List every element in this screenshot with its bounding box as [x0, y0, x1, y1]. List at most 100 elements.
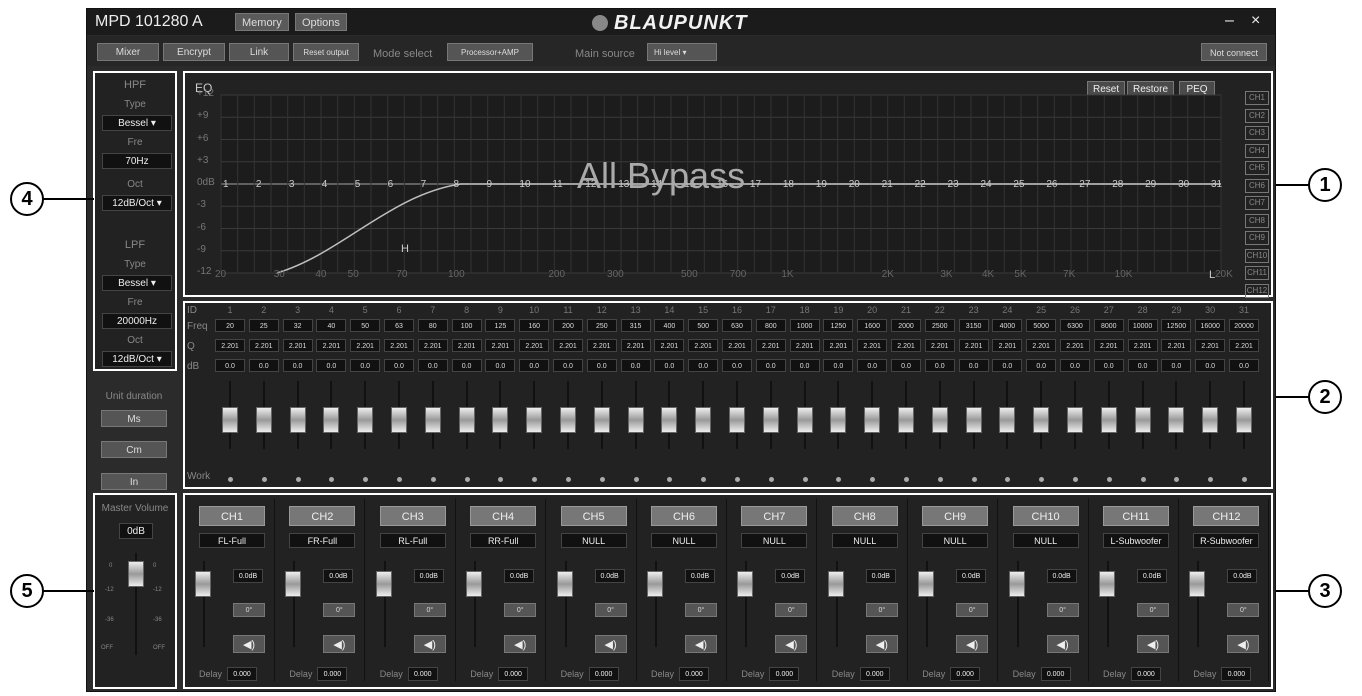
phase-button[interactable]: 0°: [956, 603, 989, 617]
channel-select-button[interactable]: CH3: [379, 506, 446, 526]
band-gain-knob[interactable]: [898, 407, 914, 433]
channel-routing-dropdown[interactable]: FL-Full: [199, 533, 265, 548]
eq-band-point[interactable]: 31: [1211, 179, 1222, 190]
channel-volume-knob[interactable]: [375, 571, 392, 597]
channel-select-button[interactable]: CH11: [1103, 506, 1169, 526]
band-gain-field[interactable]: 0.0: [924, 359, 955, 372]
channel-select-button[interactable]: CH5: [560, 506, 627, 526]
phase-button[interactable]: 0°: [594, 603, 627, 617]
channel-select-button[interactable]: CH10: [1012, 506, 1079, 526]
band-gain-field[interactable]: 0.0: [992, 359, 1023, 372]
mute-button[interactable]: ◀): [1227, 635, 1260, 653]
band-q-field[interactable]: 2.201: [1195, 339, 1226, 352]
eq-band-point[interactable]: 5: [355, 179, 361, 190]
eq-band-point[interactable]: 23: [948, 179, 959, 190]
band-freq-field[interactable]: 800: [755, 319, 786, 332]
channel-volume-knob[interactable]: [737, 571, 754, 597]
band-q-field[interactable]: 2.201: [485, 339, 516, 352]
band-q-field[interactable]: 2.201: [451, 339, 482, 352]
band-freq-field[interactable]: 63: [384, 319, 414, 332]
delay-field[interactable]: 0.000: [588, 667, 619, 681]
eq-band-point[interactable]: 30: [1178, 179, 1189, 190]
channel-gain-field[interactable]: 0.0dB: [413, 569, 444, 583]
band-work-indicator[interactable]: [937, 477, 943, 482]
channel-gain-field[interactable]: 0.0dB: [1137, 569, 1167, 583]
mute-button[interactable]: ◀): [1046, 635, 1079, 653]
band-work-indicator[interactable]: [329, 477, 335, 482]
channel-select-button[interactable]: CH8: [831, 506, 898, 526]
band-work-indicator[interactable]: [667, 477, 673, 482]
band-work-indicator[interactable]: [870, 477, 876, 482]
band-work-indicator[interactable]: [599, 477, 605, 482]
delay-field[interactable]: 0.000: [950, 667, 981, 681]
band-gain-field[interactable]: 0.0: [451, 359, 482, 372]
band-gain-knob[interactable]: [1067, 407, 1083, 433]
band-work-indicator[interactable]: [1140, 477, 1146, 482]
channel-volume-knob[interactable]: [556, 571, 573, 597]
band-q-field[interactable]: 2.201: [992, 339, 1023, 352]
eq-band-point[interactable]: 3: [289, 179, 295, 190]
band-work-indicator[interactable]: [1242, 477, 1247, 482]
mute-button[interactable]: ◀): [685, 635, 717, 653]
band-gain-field[interactable]: 0.0: [857, 359, 888, 372]
band-q-field[interactable]: 2.201: [316, 339, 347, 352]
band-freq-field[interactable]: 1000: [789, 319, 820, 332]
channel-volume-knob[interactable]: [285, 571, 302, 597]
band-gain-knob[interactable]: [999, 407, 1016, 433]
channel-select-button[interactable]: CH9: [922, 506, 989, 526]
mute-button[interactable]: ◀): [323, 635, 356, 653]
band-freq-field[interactable]: 10000: [1127, 319, 1158, 332]
delay-field[interactable]: 0.000: [769, 667, 800, 681]
channel-gain-field[interactable]: 0.0dB: [323, 569, 354, 583]
eq-band-point[interactable]: 28: [1112, 179, 1123, 190]
band-work-indicator[interactable]: [532, 477, 538, 482]
eq-band-point[interactable]: 10: [519, 179, 530, 190]
band-freq-field[interactable]: 16000: [1195, 319, 1226, 332]
band-q-field[interactable]: 2.201: [688, 339, 719, 352]
phase-button[interactable]: 0°: [685, 603, 717, 617]
band-gain-knob[interactable]: [864, 407, 881, 433]
eq-channel-select-8[interactable]: CH8: [1245, 213, 1269, 228]
eq-channel-select-12[interactable]: CH12: [1245, 283, 1269, 298]
close-button[interactable]: ×: [1251, 12, 1260, 30]
band-freq-field[interactable]: 2500: [924, 319, 955, 332]
band-q-field[interactable]: 2.201: [519, 339, 550, 352]
band-gain-knob[interactable]: [255, 407, 272, 433]
band-freq-field[interactable]: 32: [282, 319, 313, 332]
band-q-field[interactable]: 2.201: [1093, 339, 1124, 352]
channel-gain-field[interactable]: 0.0dB: [685, 569, 715, 583]
hpf-frequency-field[interactable]: 70Hz: [102, 153, 172, 169]
delay-field[interactable]: 0.000: [859, 667, 890, 681]
band-freq-field[interactable]: 100: [451, 319, 482, 332]
band-work-indicator[interactable]: [295, 477, 301, 482]
band-freq-field[interactable]: 12500: [1161, 319, 1192, 332]
channel-select-button[interactable]: CH4: [470, 506, 537, 526]
phase-button[interactable]: 0°: [1137, 603, 1169, 617]
band-work-indicator[interactable]: [363, 477, 369, 482]
band-freq-field[interactable]: 200: [553, 319, 583, 332]
eq-band-point[interactable]: 25: [1013, 179, 1024, 190]
mute-button[interactable]: ◀): [956, 635, 989, 653]
eq-channel-select-4[interactable]: CH4: [1245, 143, 1269, 158]
phase-button[interactable]: 0°: [413, 603, 446, 617]
connection-status-button[interactable]: Not connect: [1201, 43, 1267, 61]
eq-band-point[interactable]: 24: [980, 179, 991, 190]
band-q-field[interactable]: 2.201: [654, 339, 685, 352]
band-gain-field[interactable]: 0.0: [215, 359, 245, 372]
band-freq-field[interactable]: 400: [654, 319, 685, 332]
band-q-field[interactable]: 2.201: [620, 339, 651, 352]
channel-routing-dropdown[interactable]: L-Subwoofer: [1103, 533, 1169, 548]
lpf-frequency-field[interactable]: 20000Hz: [102, 313, 172, 329]
band-gain-field[interactable]: 0.0: [789, 359, 820, 372]
band-work-indicator[interactable]: [836, 477, 842, 482]
band-freq-field[interactable]: 8000: [1093, 319, 1124, 332]
band-work-indicator[interactable]: [633, 477, 639, 482]
channel-select-button[interactable]: CH2: [289, 506, 356, 526]
phase-button[interactable]: 0°: [323, 603, 356, 617]
channel-volume-knob[interactable]: [195, 571, 211, 597]
band-gain-knob[interactable]: [289, 407, 306, 433]
band-q-field[interactable]: 2.201: [958, 339, 989, 352]
eq-band-point[interactable]: 27: [1079, 179, 1090, 190]
band-q-field[interactable]: 2.201: [823, 339, 854, 352]
band-freq-field[interactable]: 25: [248, 319, 279, 332]
